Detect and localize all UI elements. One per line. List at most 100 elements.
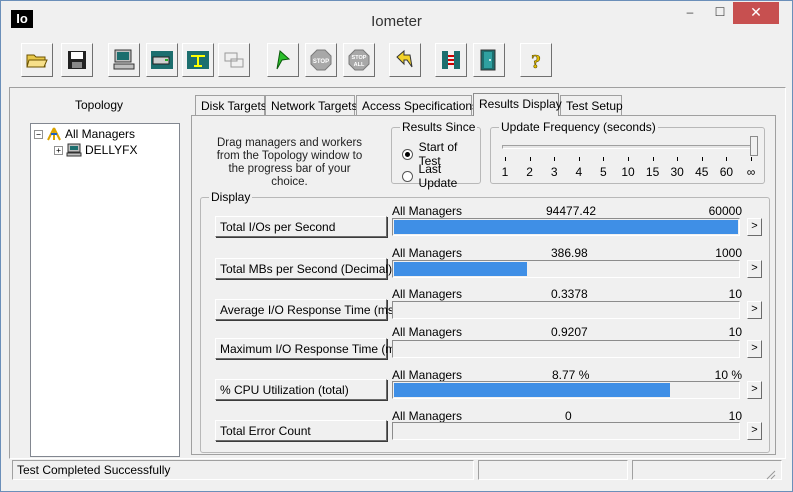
metric-button-avg-response[interactable]: Average I/O Response Time (ms) xyxy=(215,299,398,320)
progress-bar-cpu-utilization[interactable] xyxy=(392,381,740,399)
tick xyxy=(529,157,531,161)
progress-bar-total-mbs[interactable] xyxy=(392,260,740,278)
tree-item-all-managers[interactable]: − All Managers xyxy=(34,126,135,142)
progress-bar-total-ios[interactable] xyxy=(392,218,740,236)
start-new-manager-button[interactable] xyxy=(108,43,140,77)
bar-options-button[interactable]: > xyxy=(747,340,762,358)
bar-value-label: 8.77 % xyxy=(552,368,590,382)
tab-test-setup[interactable]: Test Setup xyxy=(560,95,623,115)
stop-sign-icon: STOP xyxy=(310,49,332,71)
bar-scope-label: All Managers xyxy=(392,325,463,339)
metric-button-total-mbs[interactable]: Total MBs per Second (Decimal) xyxy=(215,258,392,279)
status-bar: Test Completed Successfully xyxy=(12,460,782,480)
tick xyxy=(751,157,752,161)
about-button[interactable]: ? xyxy=(520,43,552,77)
tab-control: Disk Targets Network Targets Access Spec… xyxy=(191,93,776,457)
metric-button-error-count[interactable]: Total Error Count xyxy=(215,420,387,441)
tick xyxy=(578,157,580,161)
tree-item-manager[interactable]: + DELLYFX xyxy=(54,142,137,158)
tree-label: All Managers xyxy=(65,127,136,141)
update-frequency-slider-track[interactable] xyxy=(502,145,754,149)
stop-button[interactable]: STOP xyxy=(305,43,337,77)
start-new-disk-worker-button[interactable] xyxy=(146,43,178,77)
tab-access-specifications[interactable]: Access Specifications xyxy=(356,95,478,115)
bar-max-label: 10 xyxy=(728,325,742,339)
bar-value-label: 0 xyxy=(565,409,572,423)
drag-hint-text: Drag managers and workers from the Topol… xyxy=(216,137,363,188)
tick xyxy=(554,157,556,161)
tick xyxy=(628,157,629,161)
reset-workers-button[interactable] xyxy=(389,43,421,77)
bar-max-label: 60000 xyxy=(708,204,742,218)
tick xyxy=(677,157,679,161)
exit-button[interactable] xyxy=(473,43,505,77)
radio-last-update[interactable]: Last Update xyxy=(402,162,480,190)
tick-label: 15 xyxy=(645,165,660,179)
computer-icon xyxy=(113,49,135,70)
disconnect-button[interactable] xyxy=(435,43,467,77)
tick xyxy=(701,157,703,161)
close-button[interactable]: ✕ xyxy=(733,2,779,24)
start-new-network-worker-button[interactable] xyxy=(182,43,214,77)
duplicate-worker-button[interactable] xyxy=(218,43,250,77)
bar-options-button[interactable]: > xyxy=(747,218,762,236)
bar-value-label: 0.3378 xyxy=(551,287,588,301)
tab-results-display[interactable]: Results Display xyxy=(473,93,562,116)
bar-options-button[interactable]: > xyxy=(747,381,762,399)
metric-button-max-response[interactable]: Maximum I/O Response Time (ms) xyxy=(215,338,405,359)
bar-max-label: 10 % xyxy=(714,368,742,382)
bar-options-button[interactable]: > xyxy=(747,301,762,319)
progress-bar-avg-response[interactable] xyxy=(392,301,740,319)
metric-button-cpu-utilization[interactable]: % CPU Utilization (total) xyxy=(215,379,387,400)
bar-options-button[interactable]: > xyxy=(747,422,762,440)
bar-max-label: 10 xyxy=(728,287,742,301)
radio-button[interactable] xyxy=(402,148,413,160)
bar-scope-label: All Managers xyxy=(392,409,463,423)
start-tests-button[interactable] xyxy=(267,43,299,77)
progress-bar-max-response[interactable] xyxy=(392,340,740,358)
window-title: Iometer xyxy=(371,13,422,30)
progress-bar-fill xyxy=(394,220,738,234)
stop-all-button[interactable]: STOP ALL xyxy=(343,43,375,77)
metric-button-total-ios[interactable]: Total I/Os per Second xyxy=(215,216,387,237)
save-config-button[interactable] xyxy=(61,43,93,77)
status-panel xyxy=(478,460,628,480)
folder-open-icon xyxy=(26,54,48,68)
expand-toggle[interactable]: + xyxy=(54,145,63,155)
resize-grip-icon[interactable] xyxy=(764,468,776,480)
stop-all-sign-icon: STOPALL xyxy=(348,49,370,71)
toolbar: STOP STOP ALL ? xyxy=(9,39,786,83)
bar-scope-label: All Managers xyxy=(392,287,463,301)
svg-text:STOP: STOP xyxy=(313,59,329,65)
status-panel xyxy=(632,460,782,480)
progress-bar-fill xyxy=(394,383,670,397)
bar-options-button[interactable]: > xyxy=(747,260,762,278)
title-bar[interactable]: Io Iometer – ☐ ✕ xyxy=(1,1,792,35)
iometer-window: Io Iometer – ☐ ✕ STOP STOP ALL ? Topolog… xyxy=(0,0,793,492)
progress-bar-error-count[interactable] xyxy=(392,422,740,440)
tick-label: 3 xyxy=(550,165,558,179)
status-message: Test Completed Successfully xyxy=(12,460,474,480)
bar-max-label: 10 xyxy=(728,409,742,423)
tick-label: 1 xyxy=(501,165,509,179)
slider-ticks xyxy=(505,157,757,162)
manager-computer-icon xyxy=(66,143,82,157)
maximize-button[interactable]: ☐ xyxy=(707,2,733,24)
topology-tree[interactable]: − All Managers + DELLYFX xyxy=(30,123,180,457)
radio-label: Last Update xyxy=(418,162,458,190)
minimize-button[interactable]: – xyxy=(677,2,703,24)
tick xyxy=(652,157,654,161)
tab-network-targets[interactable]: Network Targets xyxy=(265,95,357,115)
tick-label: 60 xyxy=(719,165,734,179)
update-frequency-slider-thumb[interactable] xyxy=(750,136,758,156)
radio-button[interactable] xyxy=(402,170,413,182)
tab-disk-targets[interactable]: Disk Targets xyxy=(195,95,267,115)
question-mark-icon: ? xyxy=(531,51,542,72)
tick xyxy=(505,157,506,161)
update-frequency-label: Update Frequency (seconds) xyxy=(499,120,658,134)
svg-text:?: ? xyxy=(531,51,541,72)
open-config-button[interactable] xyxy=(21,43,53,77)
bar-value-label: 0.9207 xyxy=(551,325,588,339)
collapse-toggle[interactable]: − xyxy=(34,129,43,139)
network-worker-icon xyxy=(187,51,209,69)
